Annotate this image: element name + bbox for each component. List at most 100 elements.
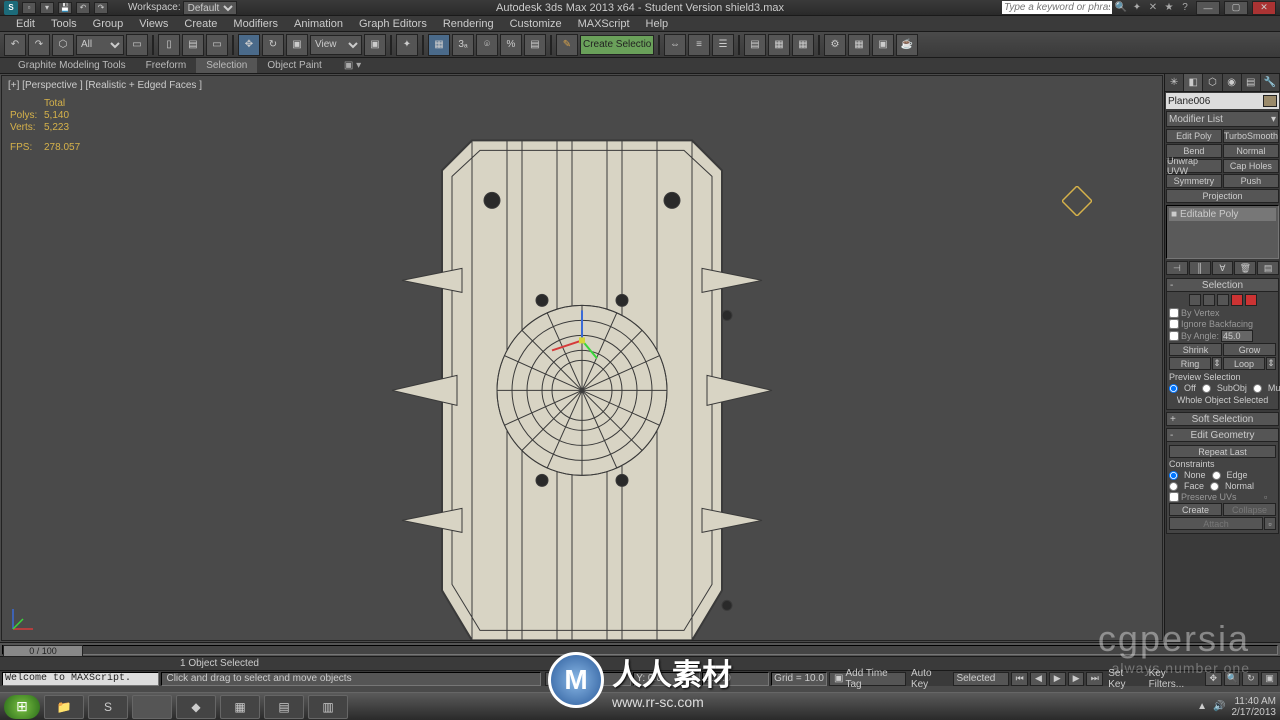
rollout-soft-selection[interactable]: +Soft Selection [1166,412,1279,426]
pivot-button[interactable]: ▣ [364,34,386,56]
menu-tools[interactable]: Tools [43,18,85,30]
snap-toggle-button[interactable]: ▦ [428,34,450,56]
align-button[interactable]: ≡ [688,34,710,56]
viewcube-icon[interactable] [1062,186,1092,216]
select-rotate-button[interactable]: ↻ [262,34,284,56]
layers-button[interactable]: ☰ [712,34,734,56]
object-color-swatch[interactable] [1263,95,1277,107]
menu-group[interactable]: Group [85,18,132,30]
angle-spinner[interactable]: 45.0 [1221,330,1253,342]
ignore-backfacing-checkbox[interactable] [1169,319,1179,329]
close-button[interactable]: ✕ [1252,1,1276,15]
modbtn-unwrap[interactable]: Unwrap UVW [1166,159,1222,173]
goto-start-icon[interactable]: ⏮ [1011,672,1028,686]
task-app3-icon[interactable]: ▤ [264,695,304,719]
material-editor-button[interactable]: ▦ [792,34,814,56]
select-manipulate-button[interactable]: ✦ [396,34,418,56]
rollout-edit-geometry[interactable]: -Edit Geometry [1166,428,1279,442]
play-icon[interactable]: ▶ [1049,672,1066,686]
preserve-uvs-checkbox[interactable] [1169,492,1179,502]
modifier-stack[interactable]: ■ Editable Poly [1166,205,1279,259]
task-app2-icon[interactable]: ▦ [220,695,260,719]
time-slider-thumb[interactable]: 0 / 100 [3,645,83,657]
nav-max-icon[interactable]: ▣ [1261,672,1278,686]
schematic-button[interactable]: ▦ [768,34,790,56]
preview-subobj-radio[interactable] [1202,384,1211,393]
constraint-face-radio[interactable] [1169,482,1178,491]
task-explorer-icon[interactable]: 📁 [44,695,84,719]
menu-help[interactable]: Help [638,18,677,30]
autodesk-icon[interactable]: ✦ [1130,1,1144,15]
minimize-button[interactable]: — [1196,1,1220,15]
start-button[interactable]: ⊞ [4,695,40,719]
exchange-icon[interactable]: ✕ [1146,1,1160,15]
repeat-last-button[interactable]: Repeat Last [1169,445,1276,458]
key-mode-dropdown[interactable]: Selected [953,672,1009,686]
ribbon-tab-freeform[interactable]: Freeform [136,58,197,73]
task-app1-icon[interactable]: ◆ [176,695,216,719]
menu-graph-editors[interactable]: Graph Editors [351,18,435,30]
viewport-perspective[interactable]: [+] [Perspective ] [Realistic + Edged Fa… [1,75,1163,641]
named-selection-input[interactable] [580,35,654,55]
maximize-button[interactable]: ▢ [1224,1,1248,15]
subobj-polygon-icon[interactable] [1231,294,1243,306]
loop-button[interactable]: Loop [1223,357,1265,370]
modbtn-editpoly[interactable]: Edit Poly [1166,129,1222,143]
select-scale-button[interactable]: ▣ [286,34,308,56]
constraint-edge-radio[interactable] [1212,471,1221,480]
pin-stack-icon[interactable]: ⊣ [1166,261,1188,275]
save-icon[interactable]: 💾 [58,2,72,14]
hierarchy-tab-icon[interactable]: ⬡ [1203,74,1222,91]
tray-flag-icon[interactable]: ▲ [1197,701,1207,712]
modbtn-projection[interactable]: Projection [1166,189,1279,203]
constraint-normal-radio[interactable] [1210,482,1219,491]
make-unique-icon[interactable]: ∀ [1212,261,1234,275]
modifier-list-dropdown[interactable]: Modifier List▾ [1166,111,1279,127]
open-icon[interactable]: ▾ [40,2,54,14]
by-vertex-checkbox[interactable] [1169,308,1179,318]
search-icon[interactable]: 🔍 [1114,1,1128,15]
workspace-dropdown[interactable]: Default [183,1,237,15]
menu-views[interactable]: Views [131,18,176,30]
motion-tab-icon[interactable]: ◉ [1223,74,1242,91]
undo-icon[interactable]: ↶ [76,2,90,14]
selection-region-button[interactable]: ▭ [126,34,148,56]
prev-frame-icon[interactable]: ◀ [1030,672,1047,686]
preview-off-radio[interactable] [1169,384,1178,393]
goto-end-icon[interactable]: ⏭ [1086,672,1103,686]
workspace-selector[interactable]: Workspace: Default [128,1,237,15]
spinner-snap-button[interactable]: % [500,34,522,56]
render-production-button[interactable]: ☕ [896,34,918,56]
task-3dsmax-icon[interactable]: S [88,695,128,719]
ribbon-tab-selection[interactable]: Selection [196,58,257,73]
named-sel-button[interactable]: ✎ [556,34,578,56]
percent-snap-button[interactable]: ⌾ [476,34,498,56]
select-move-button[interactable]: ✥ [238,34,260,56]
system-tray[interactable]: ▲ 🔊 11:40 AM 2/17/2013 [1197,696,1276,718]
by-angle-checkbox[interactable] [1169,331,1179,341]
render-frame-button[interactable]: ▦ [848,34,870,56]
menu-rendering[interactable]: Rendering [435,18,502,30]
ref-coord-dropdown[interactable]: View [310,35,362,55]
undo-button[interactable]: ↶ [4,34,26,56]
utilities-tab-icon[interactable]: 🔧 [1261,74,1280,91]
create-button[interactable]: Create [1169,503,1222,516]
preview-multi-radio[interactable] [1253,384,1262,393]
show-end-result-icon[interactable]: ║ [1189,261,1211,275]
auto-key-button[interactable]: Auto Key [908,668,952,690]
select-object-button[interactable]: ▯ [158,34,180,56]
attach-button[interactable]: Attach [1169,517,1263,530]
ribbon-collapse-button[interactable]: ▣ ▾ [344,60,361,71]
subobj-edge-icon[interactable] [1203,294,1215,306]
add-time-tag-button[interactable]: ▣ Add Time Tag [829,672,906,686]
collapse-button[interactable]: Collapse [1223,503,1276,516]
rollout-selection-header[interactable]: -Selection [1166,278,1279,292]
ribbon-tab-graphite[interactable]: Graphite Modeling Tools [8,58,136,73]
menu-maxscript[interactable]: MAXScript [570,18,638,30]
object-name-field[interactable]: Plane006 [1166,93,1279,109]
subobj-border-icon[interactable] [1217,294,1229,306]
subobj-element-icon[interactable] [1245,294,1257,306]
maxscript-listener[interactable]: Welcome to MAXScript. [2,672,159,686]
favorites-icon[interactable]: ★ [1162,1,1176,15]
stack-item-editable-poly[interactable]: ■ Editable Poly [1169,208,1276,221]
